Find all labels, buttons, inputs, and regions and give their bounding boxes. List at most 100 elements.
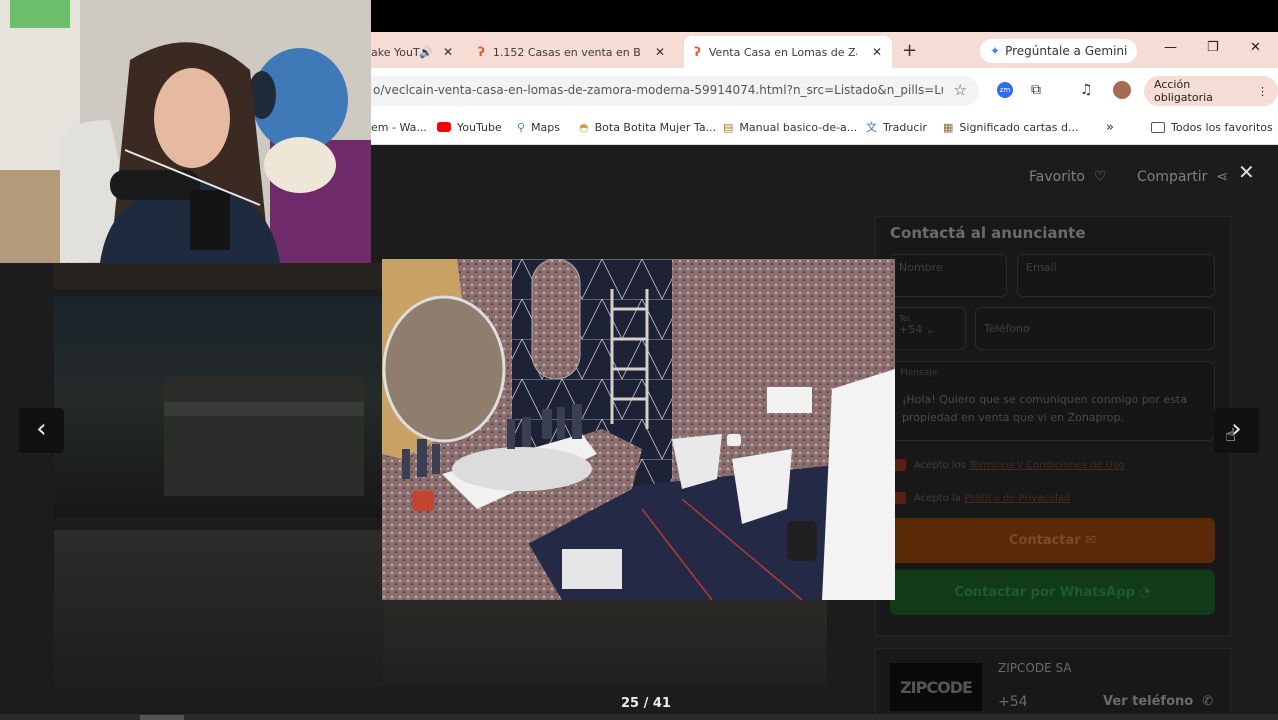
privacy-link[interactable]: Política de Privacidad — [964, 493, 1070, 504]
gallery-photo — [382, 259, 895, 600]
maps-pin-icon: ⚲ — [517, 120, 526, 134]
chevron-left-icon: ‹ — [36, 414, 47, 444]
bookmark-label: YouTube — [457, 120, 502, 134]
name-placeholder: Nombre — [899, 261, 943, 274]
terms-prefix: Acepto los — [914, 460, 966, 471]
terms-text: Acepto los Términos y Condiciones de Uso — [914, 460, 1124, 471]
phone-field[interactable]: Teléfono — [975, 307, 1215, 350]
house-balcony — [164, 402, 364, 416]
message-text: ¡Hola! Quiero que se comuniquen conmigo … — [902, 393, 1187, 424]
horizontal-scrollbar[interactable] — [0, 714, 1278, 720]
document-icon: ▤ — [723, 120, 734, 134]
more-bookmarks-icon[interactable]: » — [1106, 119, 1114, 135]
house-facade — [164, 376, 364, 496]
tab-active-listing[interactable]: ʔ Venta Casa en Lomas de Zamo ✕ — [684, 36, 892, 68]
bookmark-item[interactable]: ▦ Significado cartas d... — [943, 119, 1078, 135]
profile-avatar[interactable] — [1113, 81, 1131, 99]
email-field[interactable]: Email — [1017, 254, 1215, 297]
privacy-text: Acepto la Política de Privacidad — [914, 493, 1070, 504]
phone-label: Tel. — [899, 314, 913, 323]
webcam-feed — [0, 0, 371, 263]
whatsapp-button-label: Contactar por WhatsApp — [954, 585, 1135, 600]
share-button[interactable]: Compartir ⋖ — [1137, 169, 1228, 185]
whatsapp-contact-button[interactable]: Contactar por WhatsApp ◔ — [890, 570, 1215, 615]
photo-counter: 25 / 41 — [621, 696, 671, 711]
favorite-button[interactable]: Favorito ♡ — [1029, 169, 1106, 185]
mail-icon: ✉ — [1080, 533, 1097, 548]
close-lightbox-icon[interactable]: ✕ — [1238, 160, 1255, 184]
youtube-icon — [437, 122, 451, 132]
bookmark-label: Significado cartas d... — [959, 120, 1079, 134]
gallery-thumbnail[interactable] — [54, 530, 384, 686]
webcam-overlay — [0, 0, 371, 263]
bookmark-item[interactable]: YouTube — [437, 119, 502, 135]
new-tab-icon[interactable]: + — [902, 40, 917, 61]
gallery-thumbnail[interactable] — [383, 600, 827, 686]
close-window-icon[interactable]: ✕ — [1250, 40, 1261, 55]
screen: Favorito ♡ Compartir ⋖ ✕ Contactá al anu… — [0, 0, 1278, 720]
tab-title: 1.152 Casas en venta en Banfie — [492, 45, 641, 59]
url-text: o/veclcain-venta-casa-en-lomas-de-zamora… — [373, 83, 943, 97]
contact-button-label: Contactar — [1008, 533, 1081, 548]
heart-icon: ♡ — [1089, 169, 1107, 185]
gemini-label: Pregúntale a Gemini — [1005, 44, 1128, 58]
terms-checkbox[interactable] — [894, 459, 906, 471]
gallery-thumbnail[interactable] — [54, 263, 384, 289]
hand-cursor-icon: ☝ — [1225, 425, 1236, 446]
share-icon: ⋖ — [1211, 169, 1228, 185]
bookmark-item[interactable]: ▤ Manual basico-de-a... — [723, 119, 857, 135]
gallery-thumbnail[interactable] — [54, 296, 384, 518]
gemini-button[interactable]: ✦ Pregúntale a Gemini — [980, 39, 1138, 63]
tab-youtube[interactable]: ake YouT 🔊 ✕ — [371, 36, 463, 68]
message-label: Mensaje — [900, 368, 938, 378]
bookmark-star-icon[interactable]: ☆ — [954, 81, 967, 99]
whatsapp-icon: ◔ — [1134, 585, 1151, 600]
terms-link[interactable]: Términos y Condiciones de Uso — [969, 460, 1124, 471]
zonaprop-icon: ʔ — [694, 45, 701, 59]
bathroom-photo — [382, 259, 895, 600]
tab-listado[interactable]: ʔ 1.152 Casas en venta en Banfie ✕ — [470, 36, 675, 68]
bookmark-item[interactable]: ⚲ Maps — [517, 119, 560, 135]
previous-photo-button[interactable]: ‹ — [19, 408, 64, 453]
action-required-button[interactable]: Acción obligatoria ⋮ — [1144, 76, 1278, 106]
bookmark-label: Bota Botita Mujer Ta... — [594, 120, 717, 134]
gemini-sparkle-icon: ✦ — [990, 44, 1001, 58]
media-control-icon[interactable]: ♫ — [1080, 82, 1093, 98]
cards-icon: ▦ — [943, 120, 954, 134]
close-tab-icon[interactable]: ✕ — [443, 45, 453, 59]
email-placeholder: Email — [1026, 261, 1057, 274]
privacy-checkbox[interactable] — [894, 492, 906, 504]
tab-title: ake YouT — [371, 45, 420, 59]
share-label: Compartir — [1137, 169, 1208, 185]
bookmark-item[interactable]: 文 Traducir — [866, 119, 927, 135]
bookmark-label: em - Wa... — [371, 120, 427, 134]
minimize-icon[interactable]: — — [1164, 40, 1177, 55]
next-photo-button[interactable]: › — [1214, 408, 1259, 453]
zonaprop-icon: ʔ — [478, 45, 485, 59]
restore-icon[interactable]: ❐ — [1207, 40, 1219, 55]
phone-placeholder: Teléfono — [984, 322, 1030, 335]
name-field[interactable]: Nombre — [890, 254, 1007, 297]
address-bar[interactable]: o/veclcain-venta-casa-en-lomas-de-zamora… — [371, 76, 979, 106]
more-vert-icon: ⋮ — [1257, 84, 1268, 98]
extensions-puzzle-icon[interactable]: ⧉ — [1031, 82, 1041, 98]
contact-form-title: Contactá al anunciante — [890, 224, 1086, 242]
close-tab-icon[interactable]: ✕ — [655, 45, 665, 59]
country-code-select[interactable]: Tel. +54 ⌄ — [890, 307, 966, 350]
privacy-prefix: Acepto la — [914, 493, 961, 504]
scrollbar-thumb[interactable] — [140, 715, 184, 720]
bookmark-label: Traducir — [883, 120, 927, 134]
bookmark-item[interactable]: em - Wa... — [371, 119, 427, 135]
zoom-extension-icon[interactable]: zm — [997, 82, 1013, 98]
chevron-down-icon: ⌄ — [925, 323, 935, 336]
favorite-label: Favorito — [1029, 169, 1085, 185]
bookmark-label: Manual basico-de-a... — [739, 120, 858, 134]
bookmark-label: Maps — [531, 120, 561, 134]
bookmark-item[interactable]: ◓ Bota Botita Mujer Ta... — [579, 119, 716, 135]
all-bookmarks-folder[interactable]: Todos los favoritos — [1151, 119, 1273, 135]
speaker-icon[interactable]: 🔊 — [419, 46, 433, 59]
translate-icon: 文 — [866, 121, 877, 134]
close-tab-icon[interactable]: ✕ — [872, 45, 882, 59]
contact-button[interactable]: Contactar ✉ — [890, 518, 1215, 563]
mercadolibre-icon: ◓ — [579, 120, 589, 134]
